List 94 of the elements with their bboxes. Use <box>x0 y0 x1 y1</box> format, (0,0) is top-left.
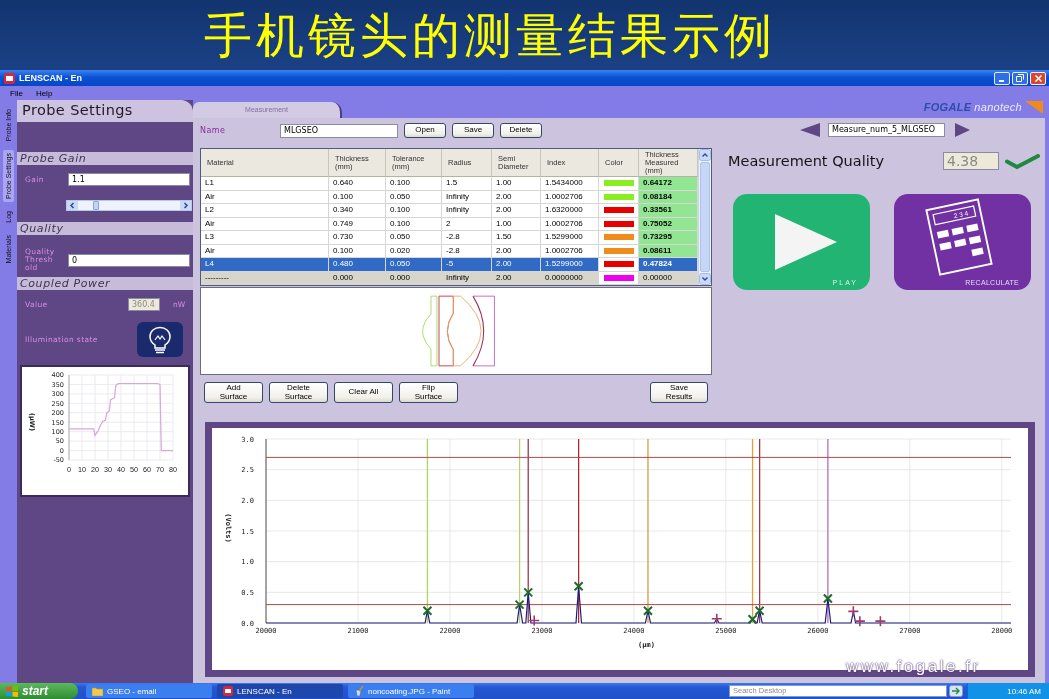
right-chevron-icon[interactable] <box>180 201 191 210</box>
table-cell: 0.340 <box>329 204 386 218</box>
cross-marker <box>710 612 723 625</box>
down-chevron-icon[interactable] <box>699 273 711 285</box>
maximize-button[interactable] <box>1012 71 1028 85</box>
close-button[interactable] <box>1030 71 1046 85</box>
peak-marker <box>754 605 765 616</box>
go-arrow-icon[interactable] <box>949 685 963 697</box>
logo-text: nanotech <box>974 101 1022 113</box>
table-cell: 2.00 <box>492 204 541 218</box>
table-cell: 0.050 <box>386 231 442 245</box>
menu-item[interactable]: Help <box>35 88 53 98</box>
table-row[interactable]: L4 0.480 0.050 -5 2.00 1.5299000 0.47824 <box>201 258 698 272</box>
section-header: Probe Gain <box>17 152 193 165</box>
surface-button[interactable]: Clear All <box>334 382 393 403</box>
table-cell: -5 <box>442 258 492 272</box>
save-results-button[interactable]: Save Results <box>650 382 708 403</box>
peak-marker <box>642 605 653 616</box>
light-bulb-icon <box>146 325 174 354</box>
peak-marker <box>822 593 833 604</box>
window-title: LENSCAN - En <box>19 73 83 83</box>
surface-button[interactable]: Flip Surface <box>399 382 458 403</box>
table-row[interactable]: L1 0.640 0.100 1.5 1.00 1.5434000 0.64172 <box>201 177 698 191</box>
table-cell: L2 <box>201 204 329 218</box>
peak-marker <box>573 581 584 592</box>
section-header: Coupled Power <box>17 277 193 290</box>
table-cell: 0.480 <box>329 258 386 272</box>
table-cell: 0.100 <box>386 177 442 191</box>
table-row[interactable]: L3 0.730 0.050 -2.8 1.50 1.5299000 0.73295 <box>201 231 698 245</box>
peak-marker <box>422 605 433 616</box>
surface-button[interactable]: Delete Surface <box>269 382 328 403</box>
previous-arrow-icon[interactable] <box>800 123 820 137</box>
file-button[interactable]: Delete <box>500 123 542 138</box>
table-cell: 0.73295 <box>639 231 698 245</box>
file-button[interactable]: Open <box>404 123 446 138</box>
table-cell: 0.640 <box>329 177 386 191</box>
quality-label: Measurement Quality <box>728 153 885 169</box>
close-icon <box>1034 74 1042 82</box>
cross-marker <box>854 615 866 627</box>
app-icon <box>4 72 15 84</box>
table-row[interactable]: L2 0.340 0.100 Infinity 2.00 1.6320000 0.33561 <box>201 204 698 218</box>
table-cell: L3 <box>201 231 329 245</box>
name-input[interactable]: MLGSEO <box>280 123 398 138</box>
table-cell: 1.5 <box>442 177 492 191</box>
peak-marker <box>514 599 525 610</box>
table-cell: -2.8 <box>442 231 492 245</box>
folder-icon <box>92 686 103 696</box>
power-value-field: 360.4 <box>128 298 160 311</box>
file-button[interactable]: Save <box>452 123 494 138</box>
section-header: Quality <box>17 222 193 235</box>
cross-marker <box>528 614 540 627</box>
table-cell: 0.33561 <box>639 204 698 218</box>
scrollbar-thumb[interactable] <box>700 162 710 272</box>
peak-marker <box>747 614 758 625</box>
left-chevron-icon[interactable] <box>67 201 78 210</box>
next-arrow-icon[interactable] <box>955 123 970 137</box>
clock-text: 10:46 AM <box>1007 686 1041 696</box>
slide-title: 手机镜头的测量结果示例 <box>204 9 776 61</box>
brush-cup-icon <box>354 686 364 696</box>
flag-icon <box>6 685 18 697</box>
table-cell: Infinity <box>442 204 492 218</box>
taskbar-item[interactable]: GSEO - email <box>86 684 212 698</box>
field-label: Name <box>200 126 227 135</box>
play-icon <box>775 214 837 270</box>
logo-text: FOGALE <box>923 101 972 113</box>
table-cell: 0.730 <box>329 231 386 245</box>
peak-marker <box>523 587 534 598</box>
table-cell: 1.50 <box>492 231 541 245</box>
taskbar-item[interactable]: noncoating.JPG - Paint <box>348 684 474 698</box>
gain-slider[interactable] <box>66 200 192 211</box>
app-icon <box>223 686 233 696</box>
up-chevron-icon[interactable] <box>699 149 711 161</box>
table-cell: L4 <box>201 258 329 272</box>
threshold-input[interactable]: 0 <box>68 253 190 267</box>
slider-thumb[interactable] <box>93 201 100 210</box>
minimize-button[interactable] <box>994 71 1010 85</box>
table-cell: 0.050 <box>386 258 442 272</box>
illumination-button[interactable] <box>137 322 183 357</box>
logo-triangle-icon <box>1025 100 1043 114</box>
gain-input[interactable]: 1.1 <box>68 173 190 186</box>
panel-title: Probe Settings <box>17 100 193 122</box>
quality-value-field: 4.38 <box>943 152 999 170</box>
restore-icon <box>1016 74 1024 82</box>
menu-item[interactable]: File <box>10 88 23 98</box>
table-cell: 0.100 <box>386 204 442 218</box>
surface-button[interactable]: Add Surface <box>204 382 263 403</box>
cross-marker <box>874 615 887 627</box>
table-cell: L1 <box>201 177 329 191</box>
table-cell: 0.64172 <box>639 177 698 191</box>
taskbar-item[interactable]: LENSCAN - En <box>217 684 343 698</box>
table-cell: 1.00 <box>492 177 541 191</box>
cross-marker <box>847 605 860 618</box>
measurement-selector[interactable]: Measure_num_5_MLGSEO <box>828 123 945 137</box>
table-cell: 2.00 <box>492 258 541 272</box>
